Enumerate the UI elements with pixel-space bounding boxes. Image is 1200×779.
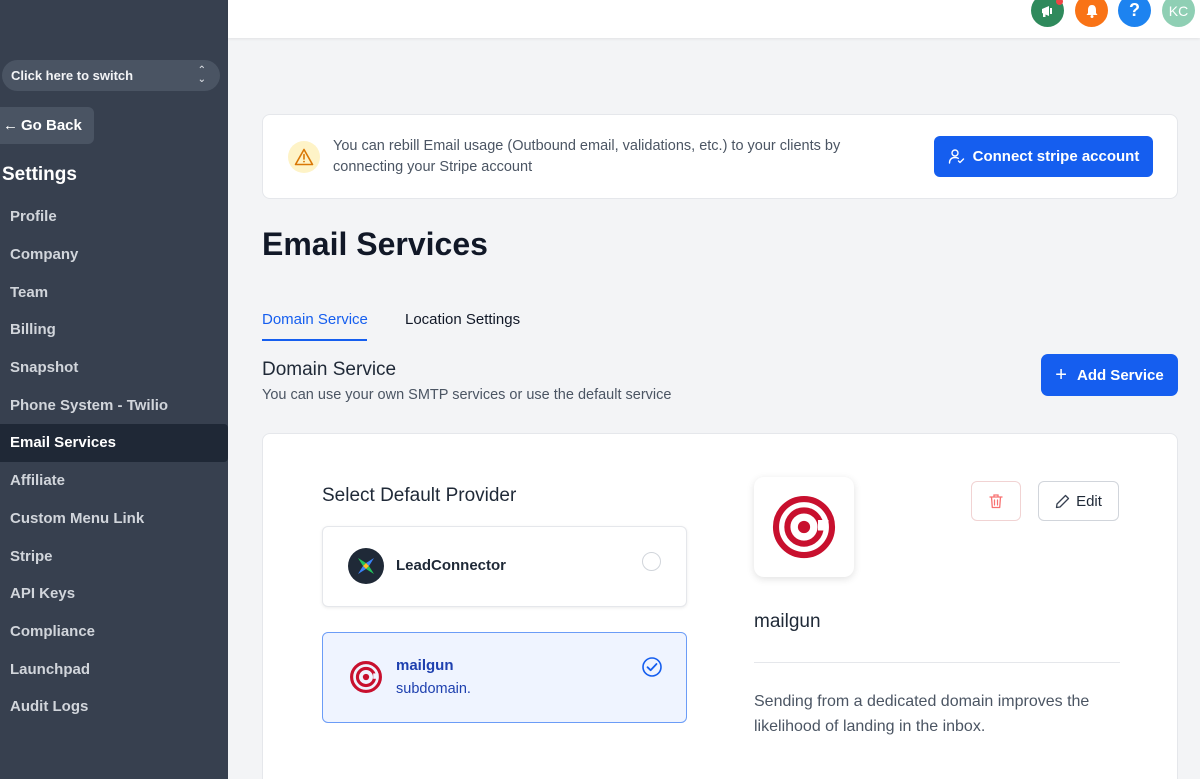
notification-dot <box>1056 0 1063 5</box>
sidebar-item-team[interactable]: Team <box>0 273 228 311</box>
sidebar-item-launchpad[interactable]: Launchpad <box>0 650 228 688</box>
go-back-button[interactable]: ← Go Back <box>0 107 94 144</box>
megaphone-icon[interactable] <box>1031 0 1064 27</box>
check-circle-icon[interactable] <box>641 656 663 678</box>
sidebar-item-company[interactable]: Company <box>0 236 228 274</box>
provider-name: mailgun <box>396 657 454 674</box>
plus-icon: + <box>1055 364 1067 386</box>
avatar-initials: KC <box>1168 2 1189 19</box>
sidebar-item-billing[interactable]: Billing <box>0 311 228 349</box>
top-bar: ? KC <box>228 0 1200 38</box>
trash-icon <box>989 494 1003 509</box>
megaphone-icon-graphic <box>1041 5 1052 17</box>
sidebar-item-phone-system[interactable]: Phone System - Twilio <box>0 386 228 424</box>
provider-name: LeadConnector <box>396 557 507 574</box>
account-switcher-label: Click here to switch <box>11 68 134 83</box>
settings-nav: Profile Company Team Billing Snapshot Ph… <box>0 198 228 726</box>
arrow-left-icon: ← <box>3 117 18 134</box>
pencil-icon <box>1055 494 1070 508</box>
go-back-label: Go Back <box>21 117 82 134</box>
edit-label: Edit <box>1076 492 1102 510</box>
connect-stripe-button[interactable]: Connect stripe account <box>934 136 1153 177</box>
provider-subdomain: subdomain. <box>396 681 471 697</box>
provider-radio[interactable] <box>642 552 661 571</box>
active-tab-indicator <box>262 339 367 341</box>
leadconnector-logo-graphic <box>358 558 374 574</box>
mailgun-detail-logo <box>754 477 854 577</box>
sidebar-item-audit-logs[interactable]: Audit Logs <box>0 688 228 726</box>
help-glyph: ? <box>1129 0 1140 20</box>
connect-stripe-label: Connect stripe account <box>972 148 1140 165</box>
provider-option-leadconnector[interactable]: LeadConnector <box>322 526 687 607</box>
sidebar-item-snapshot[interactable]: Snapshot <box>0 349 228 387</box>
sidebar-item-compliance[interactable]: Compliance <box>0 613 228 651</box>
warning-icon-graphic <box>294 148 314 166</box>
chevron-up-down-icon: ⌃ ⌄ <box>197 65 206 85</box>
edit-provider-button[interactable]: Edit <box>1038 481 1119 521</box>
sidebar: Click here to switch ⌃ ⌄ ← Go Back Settin… <box>0 0 228 779</box>
sidebar-item-email-services[interactable]: Email Services <box>0 424 228 462</box>
provider-description: Sending from a dedicated domain improves… <box>754 693 1090 735</box>
section-title: Domain Service <box>262 359 397 380</box>
section-subtitle: You can use your own SMTP services or us… <box>262 387 672 403</box>
avatar[interactable]: KC <box>1162 0 1195 27</box>
help-icon[interactable]: ? <box>1118 0 1151 27</box>
settings-heading: Settings <box>2 164 77 185</box>
select-provider-title: Select Default Provider <box>322 485 517 506</box>
mailgun-logo-icon <box>350 661 382 693</box>
page-title: Email Services <box>262 226 488 262</box>
warning-icon <box>288 141 320 173</box>
mailgun-logo-icon <box>772 495 836 559</box>
user-check-icon <box>948 149 964 164</box>
delete-provider-button[interactable] <box>971 481 1021 521</box>
bell-icon[interactable] <box>1075 0 1108 27</box>
provider-card: Select Default Provider LeadConnector ma… <box>262 433 1178 779</box>
stripe-rebill-banner: You can rebill Email usage (Outbound ema… <box>262 114 1178 199</box>
sidebar-item-custom-menu-link[interactable]: Custom Menu Link <box>0 500 228 538</box>
add-service-button[interactable]: + Add Service <box>1041 354 1178 396</box>
bell-icon-graphic <box>1086 4 1097 18</box>
divider <box>754 662 1120 663</box>
tab-location-settings[interactable]: Location Settings <box>405 311 520 328</box>
sidebar-item-affiliate[interactable]: Affiliate <box>0 462 228 500</box>
leadconnector-logo-icon <box>348 548 384 584</box>
provider-option-mailgun[interactable]: mailgun subdomain. <box>322 632 687 723</box>
banner-message: You can rebill Email usage (Outbound ema… <box>333 138 841 175</box>
add-service-label: Add Service <box>1076 366 1164 384</box>
sidebar-item-profile[interactable]: Profile <box>0 198 228 236</box>
sidebar-item-stripe[interactable]: Stripe <box>0 537 228 575</box>
tab-domain-service[interactable]: Domain Service <box>262 311 368 328</box>
sidebar-item-api-keys[interactable]: API Keys <box>0 575 228 613</box>
provider-detail-name: mailgun <box>754 611 821 632</box>
account-switcher[interactable]: Click here to switch ⌃ ⌄ <box>2 60 220 91</box>
